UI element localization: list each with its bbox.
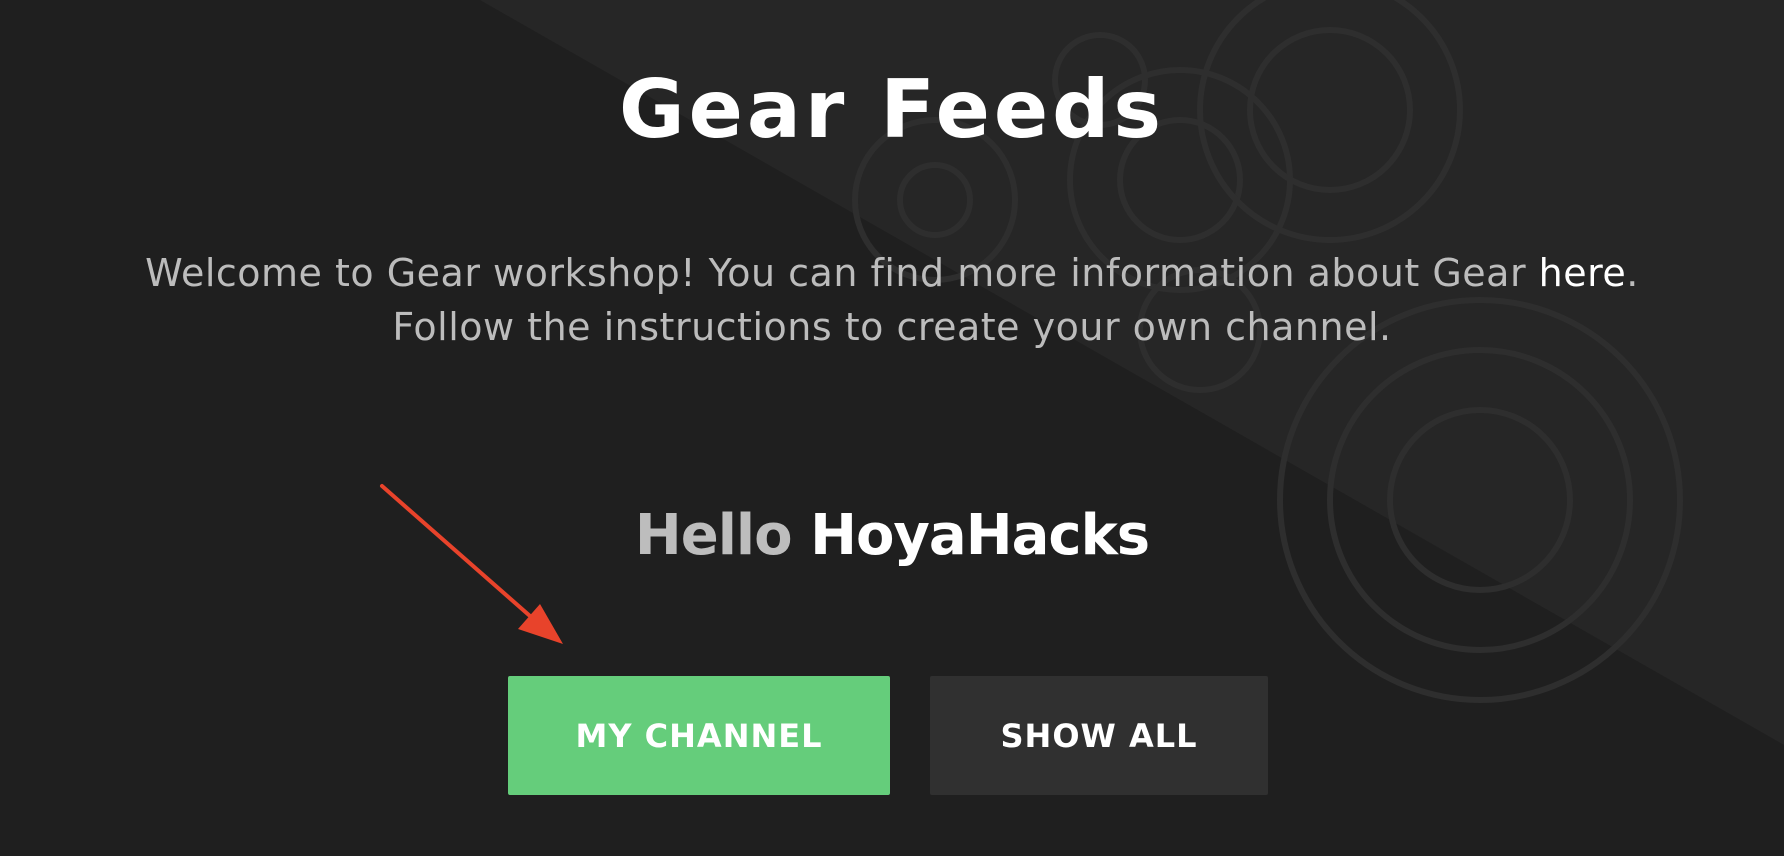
my-channel-button-label: MY CHANNEL <box>575 716 823 755</box>
greeting-username: HoyaHacks <box>810 503 1150 568</box>
greeting: Hello HoyaHacks <box>0 500 1784 572</box>
page-title: Gear Feeds <box>618 63 1165 156</box>
show-all-button-label: SHOW ALL <box>1000 716 1198 755</box>
intro-text: Welcome to Gear workshop! You can find m… <box>0 246 1784 354</box>
intro-line-1-prefix: Welcome to Gear workshop! You can find m… <box>145 251 1539 295</box>
greeting-hello: Hello <box>634 503 793 568</box>
show-all-button[interactable]: SHOW ALL <box>930 676 1268 795</box>
my-channel-button[interactable]: MY CHANNEL <box>508 676 890 795</box>
intro-line-1-suffix: . <box>1626 251 1639 295</box>
arrow-icon <box>370 478 570 662</box>
intro-line-1: Welcome to Gear workshop! You can find m… <box>0 246 1784 300</box>
intro-line-2: Follow the instructions to create your o… <box>392 305 1392 349</box>
more-info-link[interactable]: here <box>1539 251 1627 295</box>
